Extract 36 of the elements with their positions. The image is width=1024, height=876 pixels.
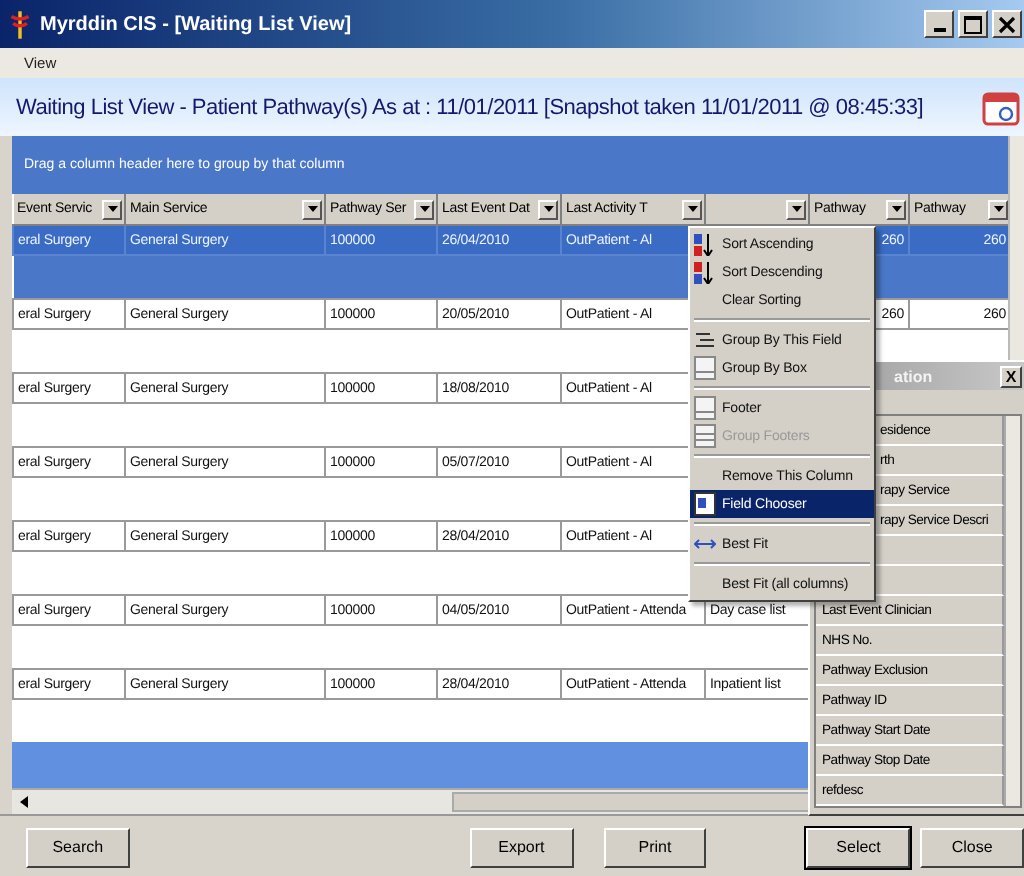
box-icon: [694, 356, 716, 380]
dropdown-icon[interactable]: [786, 199, 806, 219]
footer-icon: [694, 396, 716, 420]
dropdown-icon[interactable]: [538, 199, 558, 219]
maximize-icon: [964, 15, 982, 33]
group-icon: [694, 332, 716, 348]
window-title: Myrddin CIS - [Waiting List View]: [40, 13, 352, 35]
maximize-button[interactable]: [958, 10, 988, 38]
field-chooser-icon: [694, 492, 716, 516]
dropdown-icon[interactable]: [102, 199, 122, 219]
dropdown-icon[interactable]: [682, 199, 702, 219]
dropdown-icon[interactable]: [302, 199, 322, 219]
close-icon: [998, 15, 1016, 33]
dialog-button[interactable]: Select: [806, 827, 911, 867]
dropdown-icon[interactable]: [414, 199, 434, 219]
caduceus-icon: [8, 9, 32, 39]
dialog-button[interactable]: Print: [603, 827, 707, 867]
minimize-button[interactable]: [924, 10, 954, 38]
scroll-left-icon[interactable]: [20, 796, 28, 808]
vertical-scrollbar[interactable]: [1004, 416, 1020, 806]
dialog-button[interactable]: Close: [920, 827, 1024, 867]
page-heading: Waiting List View - Patient Pathway(s) As at : 11/01/2011 [Snapshot taken 11/01/2011 @ 08:45:33]: [16, 95, 924, 119]
sort-descending-icon: [694, 261, 716, 283]
column-header[interactable]: [705, 194, 809, 225]
resize-arrows-icon: [694, 536, 716, 552]
sort-ascending-icon: [694, 233, 716, 255]
footer-icon: [694, 424, 716, 448]
dialog-button[interactable]: Export: [469, 827, 574, 867]
dropdown-icon[interactable]: [886, 199, 906, 219]
close-button[interactable]: [992, 10, 1022, 38]
minimize-icon: [933, 28, 945, 32]
dropdown-icon[interactable]: [988, 199, 1008, 219]
dialog-button[interactable]: Search: [26, 827, 130, 867]
dialog-close-button[interactable]: X: [1000, 365, 1022, 387]
calendar-icon[interactable]: [982, 87, 1022, 127]
dialog-title: ation: [894, 367, 933, 385]
